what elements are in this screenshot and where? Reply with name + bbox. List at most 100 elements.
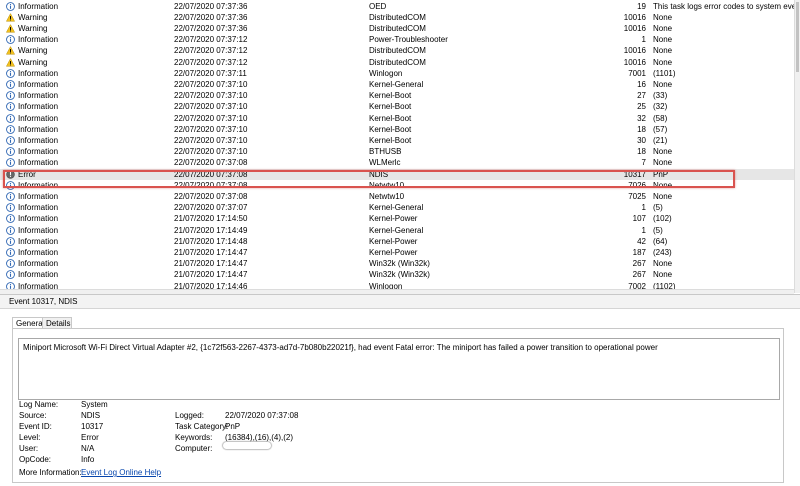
event-row[interactable]: Information 22/07/2020 07:37:10 Kernel-Gen… [0,79,794,90]
scrollbar-thumb[interactable] [796,2,799,72]
event-id: 7002 [628,281,646,290]
event-row[interactable]: Warning 22/07/2020 07:37:12 DistributedCOM… [0,45,794,56]
event-log-online-help-link[interactable]: Event Log Online Help [81,467,161,478]
event-id: 30 [637,135,646,145]
information-icon [6,1,15,11]
event-task-category: (33) [653,91,668,101]
event-row[interactable]: Information 22/07/2020 07:37:12 Power-Trou… [0,34,794,45]
event-date: 22/07/2020 07:37:10 [174,147,248,157]
level-label: Level: [19,433,41,442]
event-date: 21/07/2020 17:14:50 [174,214,248,224]
event-source: DistributedCOM [369,23,426,33]
event-row[interactable]: Information 22/07/2020 07:37:10 Kernel-Boo… [0,124,794,135]
event-id: 267 [632,259,646,269]
event-row[interactable]: Information 22/07/2020 07:37:10 Kernel-Boo… [0,135,794,146]
information-icon [6,214,15,224]
event-id: 25 [637,102,646,112]
event-row[interactable]: Information 22/07/2020 07:37:36 OED 19 This … [0,1,794,12]
event-source: Kernel-Boot [369,135,412,145]
event-row[interactable]: Information 21/07/2020 17:14:48 Kernel-Pow… [0,236,794,247]
event-list[interactable]: Information 22/07/2020 07:37:36 OED 19 This … [0,0,794,289]
event-row[interactable]: Warning 22/07/2020 07:37:36 DistributedCOM… [0,23,794,34]
event-source: BTHUSB [369,147,402,157]
event-level: Information [18,113,59,123]
event-task-category: (21) [653,135,668,145]
event-row[interactable]: Information 22/07/2020 07:37:11 Winlogon 70… [0,68,794,79]
event-date: 22/07/2020 07:37:07 [174,203,248,213]
source-value: NDIS [81,411,101,420]
event-id: 19 [637,1,646,11]
event-id: 1 [641,225,646,235]
event-message[interactable]: Miniport Microsoft Wi-Fi Direct Virtual … [18,338,780,400]
event-level: Information [18,247,59,257]
information-icon [6,147,15,157]
event-id: 1 [641,35,646,45]
event-source: Kernel-Power [369,236,418,246]
event-row[interactable]: Information 21/07/2020 17:14:47 Kernel-Pow… [0,247,794,258]
information-icon [6,247,15,257]
event-level: Warning [18,46,48,56]
information-icon [6,102,15,112]
detail-title: Event 10317, NDIS [0,295,800,309]
event-id: 18 [637,124,646,134]
information-icon [6,68,15,78]
event-source: DistributedCOM [369,12,426,22]
event-row[interactable]: Information 22/07/2020 07:37:08 WLMerlc 7 No… [0,157,794,168]
event-list-scrollbar[interactable] [794,0,800,293]
computer-label: Computer: [175,444,213,453]
event-source: Kernel-Power [369,214,418,224]
event-source: Kernel-Boot [369,113,412,123]
source-label: Source: [19,411,47,420]
event-row[interactable]: Information 22/07/2020 07:37:10 Kernel-Boo… [0,113,794,124]
event-level: Information [18,281,59,290]
event-task-category: None [653,23,673,33]
warning-icon [6,12,15,22]
event-id: 10016 [623,12,646,22]
event-row[interactable]: Information 22/07/2020 07:37:10 Kernel-Boo… [0,90,794,101]
event-level: Warning [18,57,48,67]
event-id: 32 [637,113,646,123]
event-row[interactable]: Information 22/07/2020 07:37:08 Netwtw10 70… [0,191,794,202]
event-date: 21/07/2020 17:14:47 [174,259,248,269]
event-id-label: Event ID: [19,422,52,431]
event-level: Information [18,79,59,89]
event-source: Netwtw10 [369,191,405,201]
event-row[interactable]: Information 21/07/2020 17:14:50 Kernel-Pow… [0,213,794,224]
event-level: Information [18,1,59,11]
event-task-category: (5) [653,203,663,213]
event-row[interactable]: Information 21/07/2020 17:14:49 Kernel-Gen… [0,225,794,236]
event-level: Information [18,203,59,213]
logged-label: Logged: [175,411,204,420]
event-task-category: None [653,158,673,168]
event-id: 10016 [623,57,646,67]
event-level: Information [18,270,59,280]
information-icon [6,35,15,45]
event-row[interactable]: Information 22/07/2020 07:37:10 BTHUSB 18 No… [0,146,794,157]
event-row[interactable]: Information 21/07/2020 17:14:47 Win32k (Wi… [0,258,794,269]
log-name-label: Log Name: [19,400,59,409]
event-task-category: (32) [653,102,668,112]
event-id: 1 [641,203,646,213]
selected-event-highlight [3,170,735,188]
event-date: 22/07/2020 07:37:10 [174,113,248,123]
event-date: 22/07/2020 07:37:36 [174,1,248,11]
event-row[interactable]: Information 21/07/2020 17:14:46 Winlogon 70… [0,281,794,290]
event-level: Information [18,35,59,45]
event-date: 22/07/2020 07:37:12 [174,57,248,67]
event-source: DistributedCOM [369,57,426,67]
task-category-value: PnP [225,422,241,431]
event-level: Information [18,236,59,246]
event-id: 10016 [623,23,646,33]
event-row[interactable]: Information 22/07/2020 07:37:07 Kernel-Gen… [0,202,794,213]
event-id: 18 [637,147,646,157]
event-row[interactable]: Information 22/07/2020 07:37:10 Kernel-Boo… [0,101,794,112]
logged-value: 22/07/2020 07:37:08 [225,411,299,420]
more-info-label: More Information: [19,468,82,477]
event-source: Win32k (Win32k) [369,259,430,269]
event-date: 21/07/2020 17:14:49 [174,225,248,235]
event-row[interactable]: Information 21/07/2020 17:14:47 Win32k (Wi… [0,269,794,280]
event-row[interactable]: Warning 22/07/2020 07:37:12 DistributedCOM… [0,57,794,68]
event-task-category: (1101) [653,68,676,78]
event-row[interactable]: Warning 22/07/2020 07:37:36 DistributedCOM… [0,12,794,23]
opcode-label: OpCode: [19,455,52,464]
